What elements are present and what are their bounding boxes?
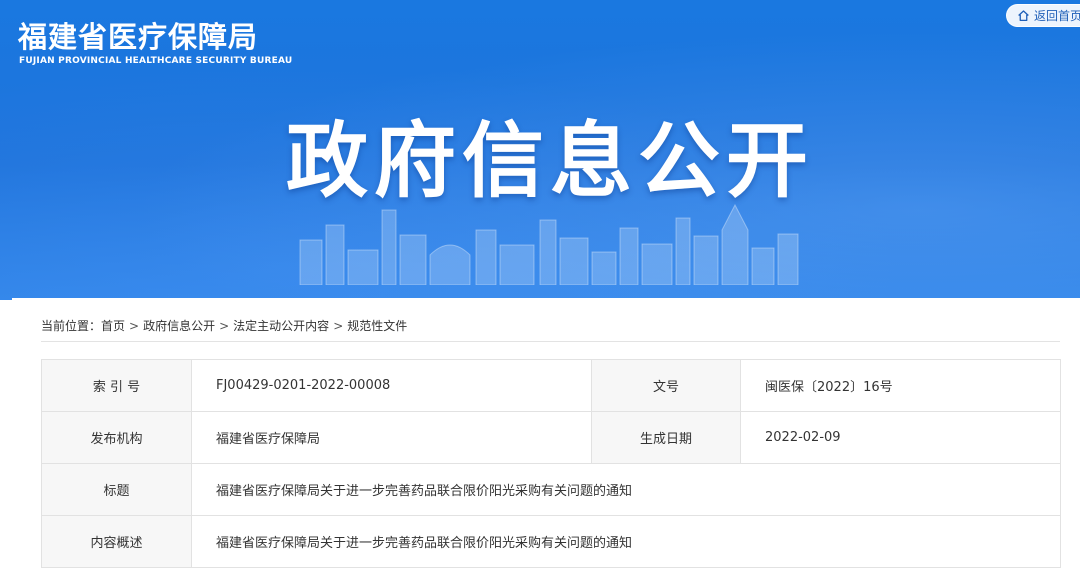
- breadcrumb-gov-info[interactable]: 政府信息公开: [143, 319, 215, 333]
- breadcrumb-divider: [41, 341, 1060, 342]
- title-value: 福建省医疗保障局关于进一步完善药品联合限价阳光采购有关问题的通知: [191, 463, 1061, 516]
- title-label: 标题: [41, 463, 192, 516]
- org-name-en: FUJIAN PROVINCIAL HEALTHCARE SECURITY BU…: [19, 56, 293, 66]
- table-row: 发布机构 福建省医疗保障局 生成日期 2022-02-09: [41, 411, 1061, 464]
- breadcrumb-separator: >: [129, 319, 140, 333]
- table-row: 内容概述 福建省医疗保障局关于进一步完善药品联合限价阳光采购有关问题的通知: [41, 515, 1061, 568]
- home-icon: [1018, 10, 1029, 22]
- index-value: FJ00429-0201-2022-00008: [191, 359, 592, 412]
- document-info-table: 索 引 号 FJ00429-0201-2022-00008 文号 闽医保〔202…: [41, 359, 1061, 568]
- home-button[interactable]: 返回首页: [1006, 4, 1080, 27]
- breadcrumb-separator: >: [333, 319, 344, 333]
- date-label: 生成日期: [591, 411, 741, 464]
- breadcrumb-statutory-content[interactable]: 法定主动公开内容: [233, 319, 329, 333]
- org-name-cn[interactable]: 福建省医疗保障局: [18, 14, 258, 56]
- table-row: 索 引 号 FJ00429-0201-2022-00008 文号 闽医保〔202…: [41, 359, 1061, 412]
- home-button-label: 返回首页: [1034, 9, 1080, 23]
- summary-label: 内容概述: [41, 515, 192, 568]
- doc-number-label: 文号: [591, 359, 741, 412]
- banner-title: 政府信息公开: [285, 114, 814, 209]
- breadcrumb: 当前位置：首页 > 政府信息公开 > 法定主动公开内容 > 规范性文件: [41, 317, 407, 334]
- issuer-value: 福建省医疗保障局: [191, 411, 592, 464]
- doc-number-value: 闽医保〔2022〕16号: [740, 359, 1061, 412]
- table-row: 标题 福建省医疗保障局关于进一步完善药品联合限价阳光采购有关问题的通知: [41, 463, 1061, 516]
- skyline-illustration: [299, 203, 799, 285]
- summary-value: 福建省医疗保障局关于进一步完善药品联合限价阳光采购有关问题的通知: [191, 515, 1061, 568]
- breadcrumb-home[interactable]: 首页: [101, 319, 125, 333]
- date-value: 2022-02-09: [740, 411, 1061, 464]
- breadcrumb-separator: >: [219, 319, 230, 333]
- header-banner: 福建省医疗保障局 FUJIAN PROVINCIAL HEALTHCARE SE…: [0, 0, 1080, 300]
- breadcrumb-prefix: 当前位置：: [41, 319, 102, 333]
- breadcrumb-normative-docs[interactable]: 规范性文件: [347, 319, 407, 333]
- index-label: 索 引 号: [41, 359, 192, 412]
- issuer-label: 发布机构: [41, 411, 192, 464]
